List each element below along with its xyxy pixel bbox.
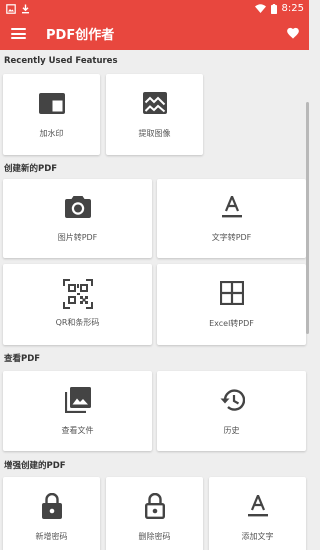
photo-library-icon [64,386,91,413]
lock-open-icon [144,492,165,519]
image-to-pdf-card[interactable]: 图片转PDF [3,179,152,258]
heart-icon[interactable] [286,26,300,39]
battery-icon [270,3,277,14]
excel-to-pdf-card[interactable]: Excel转PDF [157,264,306,345]
camera-icon [64,196,91,218]
grid-icon [219,281,244,305]
section-title-recent: Recently Used Features [4,56,118,66]
text-to-pdf-card[interactable]: 文字转PDF [157,179,306,258]
menu-icon[interactable] [11,28,26,39]
status-bar: 8:25 [0,0,309,17]
card-label: 加水印 [39,129,64,138]
text-format-icon [221,196,242,218]
section-title-view: 查看PDF [4,354,41,364]
status-left [6,3,30,14]
extract-image-card[interactable]: 提取图像 [106,74,203,155]
image-extract-icon [142,92,167,114]
add-password-card[interactable]: 新增密码 [3,477,100,550]
qr-barcode-card[interactable]: QR和条形码 [3,264,152,345]
history-card[interactable]: 历史 [157,371,306,451]
qr-code-icon [62,279,93,309]
status-time: 8:25 [281,3,304,14]
app-title: PDF创作者 [46,28,115,43]
card-label: 文字转PDF [211,233,252,242]
wifi-icon [254,4,266,13]
card-label: 添加文字 [241,531,274,541]
card-label: 查看文件 [61,425,94,435]
text-format-icon [247,494,268,516]
section-title-create: 创建新的PDF [4,164,58,174]
download-icon [22,4,29,13]
card-label: 提取图像 [138,129,171,138]
status-right: 8:25 [254,3,304,14]
remove-password-card[interactable]: 删除密码 [106,477,203,550]
card-label: 新增密码 [35,531,68,541]
feature-list[interactable]: Recently Used Features 加水印 提取图像 创建新的PDF [0,50,309,550]
card-label: QR和条形码 [55,318,100,327]
section-title-enhance: 增强创建的PDF [4,461,66,471]
history-icon [220,388,245,411]
card-label: 图片转PDF [57,233,98,242]
card-label: 历史 [223,425,240,435]
image-notification-icon [6,3,16,14]
card-label: 删除密码 [138,531,171,541]
lock-icon [41,492,62,519]
app-bar: PDF创作者 [0,17,309,50]
view-files-card[interactable]: 查看文件 [3,371,152,451]
watermark-card[interactable]: 加水印 [3,74,100,155]
add-text-card[interactable]: 添加文字 [209,477,306,550]
card-label: Excel转PDF [209,319,254,328]
watermark-icon [38,92,65,114]
scrollbar[interactable] [306,102,309,334]
